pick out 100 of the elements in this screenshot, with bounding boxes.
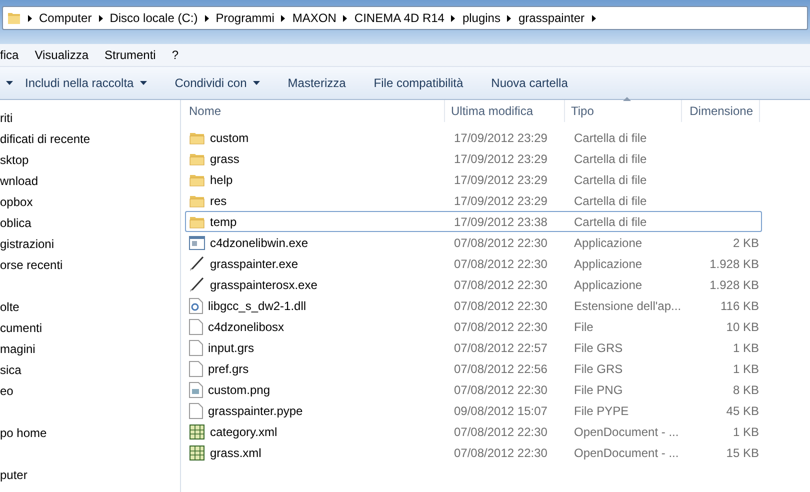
menu-item[interactable]: Strumenti xyxy=(104,48,156,62)
file-row[interactable]: help 17/09/2012 23:29 Cartella di file xyxy=(185,169,762,190)
breadcrumb-item[interactable]: grasspainter xyxy=(518,11,585,25)
file-size: 1.928 KB xyxy=(708,278,760,292)
file-type: Cartella di file xyxy=(573,194,648,208)
breadcrumb-item[interactable]: plugins xyxy=(462,11,500,25)
file-name: libgcc_s_dw2-1.dll xyxy=(208,298,306,312)
file-size: 1 KB xyxy=(732,424,760,438)
toolbar-button[interactable]: File compatibilità xyxy=(362,72,476,94)
modified-date: 07/08/2012 22:30 xyxy=(453,320,548,334)
file-row[interactable]: res 17/09/2012 23:29 Cartella di file xyxy=(185,190,762,211)
document-icon xyxy=(189,318,203,334)
file-type: OpenDocument - ... xyxy=(573,446,680,460)
column-header[interactable]: Tipo xyxy=(565,100,682,122)
file-name: res xyxy=(210,194,227,208)
modified-date: 07/08/2012 22:30 xyxy=(453,278,548,292)
file-name: c4dzonelibosx xyxy=(208,320,284,334)
modified-date: 17/09/2012 23:29 xyxy=(453,152,548,166)
toolbar-button[interactable]: Masterizza xyxy=(276,72,358,94)
chevron-icon[interactable] xyxy=(98,14,103,22)
file-name: temp xyxy=(210,214,237,228)
chevron-icon[interactable] xyxy=(451,14,456,22)
chevron-icon[interactable] xyxy=(343,14,348,22)
file-type: File xyxy=(573,320,594,334)
file-row[interactable]: libgcc_s_dw2-1.dll 07/08/2012 22:30 Estensione dell'ap... 116 KB xyxy=(185,295,762,316)
modified-date: 07/08/2012 22:30 xyxy=(453,424,548,438)
file-size: 1.928 KB xyxy=(708,256,760,270)
sort-arrow-icon xyxy=(623,97,631,101)
file-type: Applicazione xyxy=(573,278,644,292)
column-header[interactable]: Nome xyxy=(183,100,445,122)
breadcrumb-item[interactable]: Disco locale (C:) xyxy=(110,11,198,25)
sidebar-item[interactable]: cumenti xyxy=(0,318,180,339)
file-name: grasspainterosx.exe xyxy=(210,278,318,292)
sidebar-item[interactable]: opbox xyxy=(0,192,180,213)
breadcrumb-item[interactable]: Computer xyxy=(39,11,92,25)
file-name: grasspainter.exe xyxy=(210,256,298,270)
folder-icon xyxy=(189,130,205,144)
file-type: Applicazione xyxy=(573,256,644,270)
toolbar-button[interactable]: Includi nella raccolta xyxy=(13,72,159,94)
chevron-icon[interactable] xyxy=(28,14,32,22)
column-header[interactable]: Ultima modifica xyxy=(445,100,565,122)
address-bar[interactable]: Computer Disco locale (C:) Programmi MAXON CINEMA 4D R14 plugins grasspainter xyxy=(2,6,808,30)
file-row[interactable]: c4dzonelibwin.exe 07/08/2012 22:30 Applicazione 2 KB xyxy=(185,232,762,253)
modified-date: 17/09/2012 23:38 xyxy=(453,214,548,228)
modified-date: 07/08/2012 22:57 xyxy=(453,340,548,354)
spreadsheet-icon xyxy=(189,444,205,460)
sidebar-item[interactable]: sica xyxy=(0,360,180,381)
menu-item[interactable]: fica xyxy=(0,48,19,62)
file-size: 2 KB xyxy=(732,236,760,250)
sidebar-item[interactable]: po home xyxy=(0,423,180,444)
file-row[interactable]: grass.xml 07/08/2012 22:30 OpenDocument - ... 15 KB xyxy=(185,442,762,463)
caret-icon xyxy=(6,81,13,85)
file-name: custom xyxy=(210,130,249,144)
file-row[interactable]: pref.grs 07/08/2012 22:56 File GRS 1 KB xyxy=(185,358,762,379)
breadcrumb-item[interactable]: MAXON xyxy=(292,11,336,25)
sidebar-item[interactable]: sktop xyxy=(0,150,180,171)
chevron-icon[interactable] xyxy=(592,14,596,22)
file-type: Cartella di file xyxy=(573,214,648,228)
sidebar-item[interactable]: magini xyxy=(0,339,180,360)
folder-icon xyxy=(7,11,21,25)
chevron-icon[interactable] xyxy=(281,14,286,22)
toolbar-button[interactable]: Condividi con xyxy=(162,72,272,94)
sidebar-item[interactable]: riti xyxy=(0,108,180,129)
file-row[interactable]: input.grs 07/08/2012 22:57 File GRS 1 KB xyxy=(185,337,762,358)
chevron-icon[interactable] xyxy=(204,14,209,22)
toolbar-button[interactable]: Nuova cartella xyxy=(479,72,580,94)
breadcrumb-item[interactable]: Programmi xyxy=(216,11,274,25)
file-row[interactable]: c4dzonelibosx 07/08/2012 22:30 File 10 KB xyxy=(185,316,762,337)
file-row[interactable]: grass 17/09/2012 23:29 Cartella di file xyxy=(185,148,762,169)
file-row[interactable]: custom 17/09/2012 23:29 Cartella di file xyxy=(185,127,762,148)
file-size: 15 KB xyxy=(725,446,760,460)
file-row[interactable]: grasspainter.exe 07/08/2012 22:30 Applicazione 1.928 KB xyxy=(185,253,762,274)
modified-date: 17/09/2012 23:29 xyxy=(453,194,548,208)
folder-icon xyxy=(189,194,205,208)
sidebar-item[interactable]: dificati di recente xyxy=(0,129,180,150)
menu-item[interactable]: ? xyxy=(172,48,179,62)
file-type: File PYPE xyxy=(573,404,630,418)
chevron-icon[interactable] xyxy=(507,14,512,22)
sidebar-item[interactable]: wnload xyxy=(0,171,180,192)
file-type: File GRS xyxy=(573,340,624,354)
modified-date: 07/08/2012 22:30 xyxy=(453,256,548,270)
file-row[interactable]: custom.png 07/08/2012 22:30 File PNG 8 KB xyxy=(185,379,762,400)
file-row[interactable]: category.xml 07/08/2012 22:30 OpenDocument - ... 1 KB xyxy=(185,421,762,442)
breadcrumb-item[interactable]: CINEMA 4D R14 xyxy=(354,11,444,25)
menu-item[interactable]: Visualizza xyxy=(34,48,88,62)
file-row[interactable]: grasspainterosx.exe 07/08/2012 22:30 Applicazione 1.928 KB xyxy=(185,274,762,295)
column-header[interactable]: Dimensione xyxy=(682,100,760,122)
sidebar-item[interactable]: oblica xyxy=(0,213,180,234)
sidebar-item[interactable]: gistrazioni xyxy=(0,234,180,255)
file-name: grasspainter.pype xyxy=(208,404,303,418)
sidebar-item[interactable]: puter xyxy=(0,465,180,486)
sidebar-item[interactable]: orse recenti xyxy=(0,255,180,276)
file-name: grass.xml xyxy=(210,446,262,460)
sidebar-item[interactable]: olte xyxy=(0,297,180,318)
file-type: File GRS xyxy=(573,362,624,376)
file-row[interactable]: grasspainter.pype 09/08/2012 15:07 File PYPE 45 KB xyxy=(185,400,762,421)
file-row[interactable]: temp 17/09/2012 23:38 Cartella di file xyxy=(185,211,762,232)
document-icon xyxy=(189,340,203,356)
sidebar-item[interactable]: eo xyxy=(0,381,180,402)
file-type: Applicazione xyxy=(573,236,644,250)
